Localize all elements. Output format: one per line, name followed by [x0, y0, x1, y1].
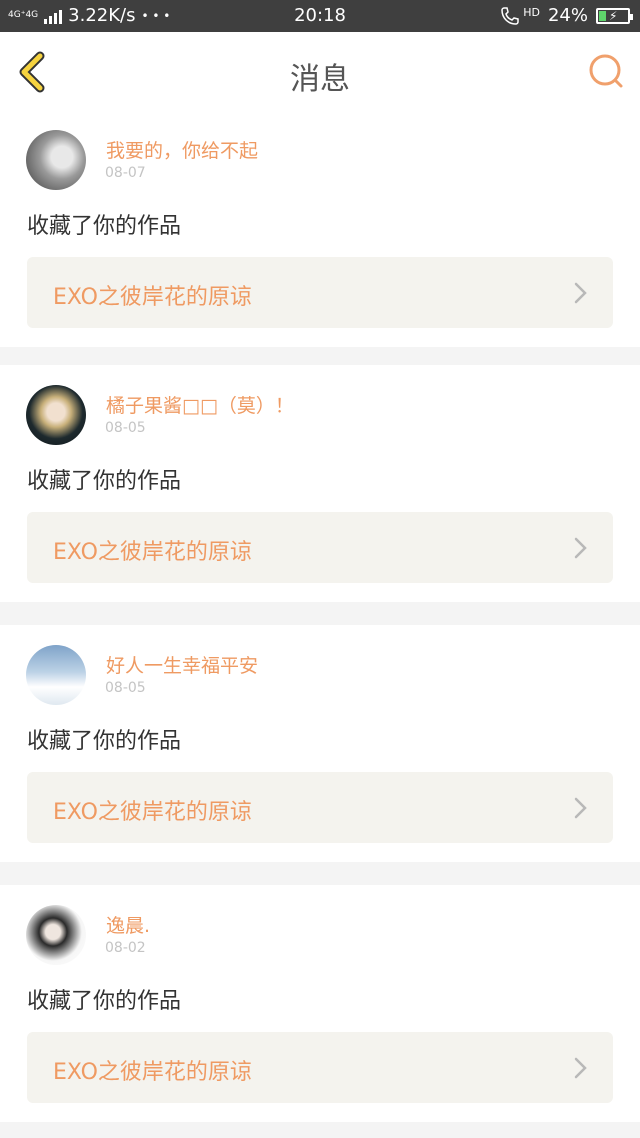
message-card: 好人一生幸福平安 08-05 收藏了你的作品 EXO之彼岸花的原谅	[0, 625, 640, 862]
chevron-right-icon	[574, 537, 587, 559]
message-card: 橘子果酱□□（莫）！ 08-05 收藏了你的作品 EXO之彼岸花的原谅	[0, 365, 640, 602]
message-date: 08-02	[105, 940, 146, 956]
username[interactable]: 好人一生幸福平安	[106, 651, 258, 678]
message-card: 我要的，你给不起 08-07 收藏了你的作品 EXO之彼岸花的原谅	[0, 110, 640, 347]
phone-icon	[501, 6, 519, 25]
work-link[interactable]: EXO之彼岸花的原谅	[27, 772, 613, 843]
message-date: 08-05	[105, 680, 146, 696]
avatar[interactable]	[26, 645, 86, 705]
message-action: 收藏了你的作品	[27, 729, 182, 754]
work-title: EXO之彼岸花的原谅	[53, 800, 252, 825]
chevron-right-icon	[574, 797, 587, 819]
battery-icon: ⚡	[596, 7, 633, 24]
page-title: 消息	[290, 62, 350, 97]
message-date: 08-05	[105, 420, 146, 436]
avatar[interactable]	[26, 905, 86, 965]
avatar[interactable]	[26, 385, 86, 445]
search-icon	[589, 54, 623, 88]
message-action: 收藏了你的作品	[27, 214, 182, 239]
status-bar: 4G⁺4G 3.22K/s • • • 20:18 HD 24% ⚡	[0, 0, 640, 32]
work-link[interactable]: EXO之彼岸花的原谅	[27, 1032, 613, 1103]
message-card: 逸晨. 08-02 收藏了你的作品 EXO之彼岸花的原谅	[0, 885, 640, 1122]
work-title: EXO之彼岸花的原谅	[53, 285, 252, 310]
hd-badge: HD	[523, 6, 540, 19]
search-button[interactable]	[586, 50, 626, 94]
battery-percent: 24%	[547, 5, 588, 26]
chevron-right-icon	[574, 1057, 587, 1079]
message-action: 收藏了你的作品	[27, 469, 182, 494]
top-nav-bar: 消息	[0, 32, 640, 111]
status-right: HD 24% ⚡	[499, 5, 633, 26]
charging-icon: ⚡	[609, 8, 618, 23]
work-link[interactable]: EXO之彼岸花的原谅	[27, 512, 613, 583]
message-action: 收藏了你的作品	[27, 989, 182, 1014]
chevron-right-icon	[574, 282, 587, 304]
username[interactable]: 我要的，你给不起	[106, 136, 258, 163]
message-date: 08-07	[105, 165, 146, 181]
work-title: EXO之彼岸花的原谅	[53, 540, 252, 565]
work-title: EXO之彼岸花的原谅	[53, 1060, 252, 1085]
username[interactable]: 逸晨.	[106, 911, 150, 938]
avatar[interactable]	[26, 130, 86, 190]
username[interactable]: 橘子果酱□□（莫）！	[106, 391, 294, 418]
battery-fill	[599, 10, 607, 21]
work-link[interactable]: EXO之彼岸花的原谅	[27, 257, 613, 328]
